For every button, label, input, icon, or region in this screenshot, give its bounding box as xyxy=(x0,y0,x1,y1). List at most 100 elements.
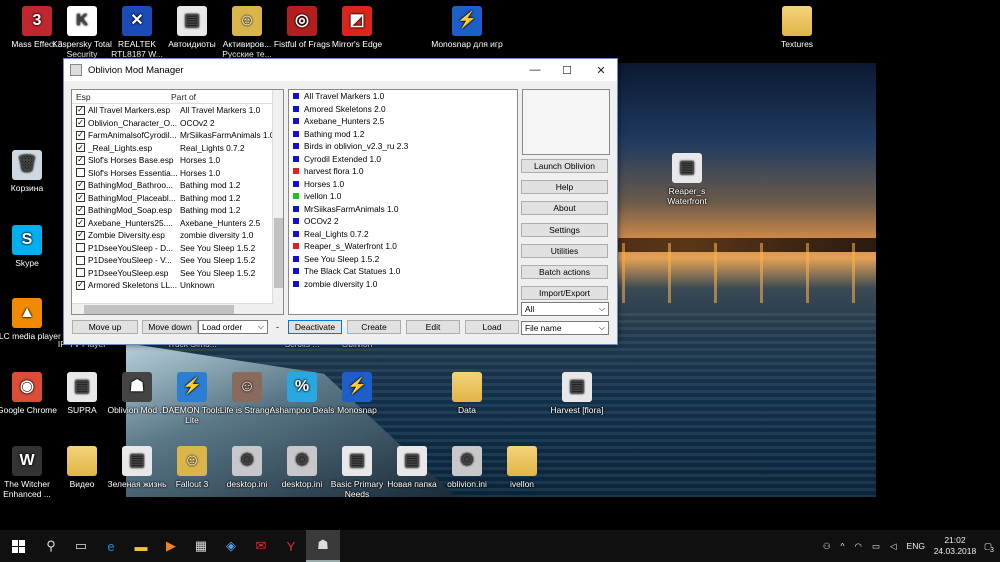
desktop-icon[interactable]: ⚡ Monosnap xyxy=(320,372,394,415)
desktop-icon[interactable]: ▤ Reaper_s Waterfront xyxy=(650,153,724,206)
maximize-button[interactable]: ☐ xyxy=(551,59,583,81)
esp-row[interactable]: P1DseeYouSleep - V... See You Sleep 1.5.2 xyxy=(72,254,283,267)
language-indicator[interactable]: ENG xyxy=(907,541,925,551)
taskbar-app[interactable]: ◈ xyxy=(216,530,246,562)
esp-row[interactable]: ✓ BathingMod_Placeabl... Bathing mod 1.2 xyxy=(72,192,283,205)
help-button[interactable]: Help xyxy=(521,180,608,195)
esp-checkbox[interactable]: ✓ xyxy=(76,143,85,153)
mod-row[interactable]: Real_Lights 0.7.2 xyxy=(289,228,517,241)
mod-row[interactable]: Birds in oblivion_v2.3_ru 2.3 xyxy=(289,140,517,153)
part-of-column-header[interactable]: Part of xyxy=(167,90,200,103)
esp-checkbox[interactable]: ✓ xyxy=(76,130,85,140)
esp-row[interactable]: ✓ Oblivion_Character_O... OCOv2 2 xyxy=(72,117,283,130)
notifications-button[interactable]: ▢ 3 xyxy=(984,541,994,554)
esp-checkbox[interactable] xyxy=(76,268,85,278)
mod-row[interactable]: Cyrodil Extended 1.0 xyxy=(289,153,517,166)
esp-row[interactable]: P1DseeYouSleep - D... See You Sleep 1.5.2 xyxy=(72,242,283,255)
people-icon[interactable]: ⚇ xyxy=(823,541,831,552)
esp-row[interactable]: ✓ Armored Skeletons LL... Unknown xyxy=(72,279,283,292)
mod-list[interactable]: All Travel Markers 1.0 Amored Skeletons 2… xyxy=(288,89,518,315)
desktop-icon[interactable]: ⚡ Monosnap для игр xyxy=(430,6,504,49)
mod-row[interactable]: All Travel Markers 1.0 xyxy=(289,90,517,103)
close-button[interactable]: ✕ xyxy=(585,59,617,81)
import-export-button[interactable]: Import/Export xyxy=(521,286,608,301)
mod-row[interactable]: Amored Skeletons 2.0 xyxy=(289,103,517,116)
taskbar-oblivion-mod-manager[interactable]: ☗ xyxy=(306,530,340,562)
volume-icon[interactable]: ◁ xyxy=(890,541,897,552)
clock[interactable]: 21:02 24.03.2018 xyxy=(930,535,980,557)
esp-checkbox[interactable] xyxy=(76,168,85,178)
start-button[interactable] xyxy=(0,530,36,562)
chevron-up-icon[interactable]: ^ xyxy=(841,541,845,551)
load-button[interactable]: Load xyxy=(465,320,519,334)
esp-column-header[interactable]: Esp xyxy=(72,90,167,103)
settings-button[interactable]: Settings xyxy=(521,222,608,237)
desktop-icon[interactable]: Data xyxy=(430,372,504,415)
about-button[interactable]: About xyxy=(521,201,608,216)
mod-row[interactable]: The Black Cat Statues 1.0 xyxy=(289,265,517,278)
taskbar-yandex[interactable]: Y xyxy=(276,530,306,562)
desktop-icon[interactable]: ◩ Mirror's Edge xyxy=(320,6,394,49)
move-up-button[interactable]: Move up xyxy=(72,320,138,334)
esp-checkbox[interactable]: ✓ xyxy=(76,155,85,165)
esp-checkbox[interactable]: ✓ xyxy=(76,105,85,115)
mod-row[interactable]: harvest flora 1.0 xyxy=(289,165,517,178)
mod-row[interactable]: Bathing mod 1.2 xyxy=(289,128,517,141)
esp-vertical-scrollbar[interactable] xyxy=(272,90,283,314)
esp-row[interactable]: ✓ All Travel Markers.esp All Travel Marker… xyxy=(72,104,283,117)
minimize-button[interactable]: — xyxy=(519,59,551,81)
esp-row[interactable]: ✓ BathingMod_Bathroo... Bathing mod 1.2 xyxy=(72,179,283,192)
esp-row[interactable]: ✓ Zombie Diversity.esp zombie diversity 1.… xyxy=(72,229,283,242)
esp-row[interactable]: ✓ FarmAnimalsofCyrodil... MrSiikasFarmAnim… xyxy=(72,129,283,142)
launch-oblivion-button[interactable]: Launch Oblivion xyxy=(521,159,608,173)
move-down-button[interactable]: Move down xyxy=(142,320,198,334)
esp-checkbox[interactable]: ✓ xyxy=(76,280,85,290)
desktop-icon[interactable]: Textures xyxy=(760,6,834,49)
mod-row[interactable]: OCOv2 2 xyxy=(289,215,517,228)
utilities-button[interactable]: Utilities xyxy=(521,243,608,258)
mod-row[interactable]: Reaper_s_Waterfront 1.0 xyxy=(289,240,517,253)
esp-checkbox[interactable] xyxy=(76,243,85,253)
mod-row[interactable]: MrSiikasFarmAnimals 1.0 xyxy=(289,203,517,216)
task-view-button[interactable]: ▭ xyxy=(66,530,96,562)
network-icon[interactable]: ◠ xyxy=(855,541,862,552)
scrollbar-thumb[interactable] xyxy=(84,305,234,314)
title-bar[interactable]: Oblivion Mod Manager — ☐ ✕ xyxy=(64,59,617,81)
mod-row[interactable]: Horses 1.0 xyxy=(289,178,517,191)
mod-row[interactable]: zombie diversity 1.0 xyxy=(289,278,517,291)
esp-checkbox[interactable]: ✓ xyxy=(76,230,85,240)
taskbar-calendar[interactable]: ▦ xyxy=(186,530,216,562)
create-button[interactable]: Create xyxy=(347,320,401,334)
load-order-select[interactable]: Load order ⌵ xyxy=(198,320,268,334)
esp-checkbox[interactable]: ✓ xyxy=(76,205,85,215)
taskbar-edge[interactable]: e xyxy=(96,530,126,562)
mod-row[interactable]: See You Sleep 1.5.2 xyxy=(289,253,517,266)
filter-select[interactable]: All ⌵ xyxy=(521,302,609,316)
esp-checkbox[interactable]: ✓ xyxy=(76,193,85,203)
esp-checkbox[interactable]: ✓ xyxy=(76,118,85,128)
desktop-icon[interactable]: 🗑 Корзина xyxy=(0,150,64,193)
esp-checkbox[interactable]: ✓ xyxy=(76,218,85,228)
batch-actions-button[interactable]: Batch actions xyxy=(521,265,608,279)
esp-row[interactable]: ✓ Axebane_Hunters25.... Axebane_Hunters 2.… xyxy=(72,217,283,230)
taskbar-explorer[interactable]: ▬ xyxy=(126,530,156,562)
desktop-icon[interactable]: S Skype xyxy=(0,225,64,268)
desktop-icon[interactable]: ivellon xyxy=(485,446,559,489)
esp-checkbox[interactable] xyxy=(76,255,85,265)
scrollbar-thumb[interactable] xyxy=(274,218,283,288)
esp-row[interactable]: ✓ _Real_Lights.esp Real_Lights 0.7.2 xyxy=(72,142,283,155)
battery-icon[interactable]: ▭ xyxy=(872,541,880,552)
mod-row[interactable]: Axebane_Hunters 2.5 xyxy=(289,115,517,128)
esp-row[interactable]: P1DseeYouSleep.esp See You Sleep 1.5.2 xyxy=(72,267,283,280)
esp-row[interactable]: ✓ BathingMod_Soap.esp Bathing mod 1.2 xyxy=(72,204,283,217)
sort-select[interactable]: File name ⌵ xyxy=(521,321,609,335)
esp-checkbox[interactable]: ✓ xyxy=(76,180,85,190)
taskbar-mail[interactable]: ✉ xyxy=(246,530,276,562)
esp-horizontal-scrollbar[interactable] xyxy=(72,303,274,314)
esp-row[interactable]: Slof's Horses Essentia... Horses 1.0 xyxy=(72,167,283,180)
esp-row[interactable]: ✓ Slof's Horses Base.esp Horses 1.0 xyxy=(72,154,283,167)
desktop-icon[interactable]: ▤ Harvest [flora] xyxy=(540,372,614,415)
edit-button[interactable]: Edit xyxy=(406,320,460,334)
taskbar-media[interactable]: ▶ xyxy=(156,530,186,562)
mod-row[interactable]: ivellon 1.0 xyxy=(289,190,517,203)
